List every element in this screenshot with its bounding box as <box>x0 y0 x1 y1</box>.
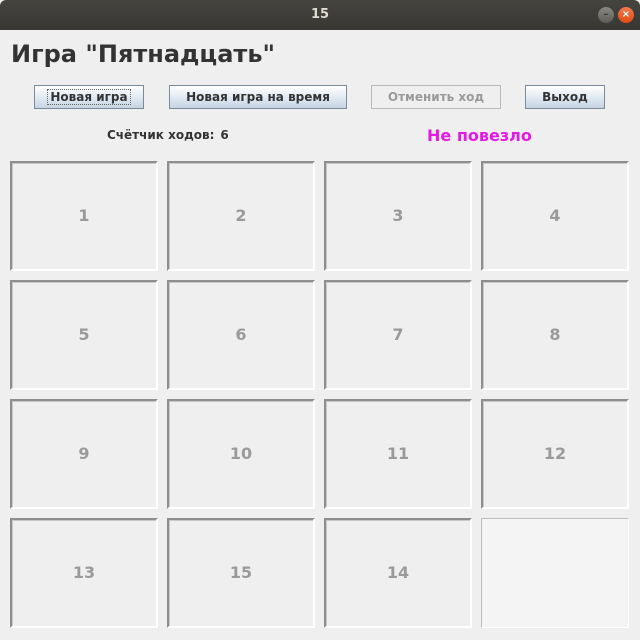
new-game-label: Новая игра <box>47 89 131 105</box>
window-title: 15 <box>310 7 330 22</box>
tile-button[interactable]: 2 <box>167 161 315 271</box>
undo-button[interactable]: Отменить ход <box>371 85 501 109</box>
tile-button[interactable]: 13 <box>10 518 158 628</box>
timed-game-button[interactable]: Новая игра на время <box>169 85 347 109</box>
app-window: 15 – × Игра "Пятнадцать" Новая игра Нова… <box>0 0 640 640</box>
tile-button[interactable]: 12 <box>481 399 629 509</box>
tile-button[interactable]: 6 <box>167 280 315 390</box>
move-counter: Счётчик ходов: 6 <box>107 128 229 142</box>
tile-button[interactable]: 7 <box>324 280 472 390</box>
tile-button[interactable]: 10 <box>167 399 315 509</box>
tile-button[interactable]: 11 <box>324 399 472 509</box>
empty-cell[interactable] <box>481 518 629 628</box>
status-message: Не повезло <box>427 126 532 145</box>
exit-button[interactable]: Выход <box>525 85 605 109</box>
tile-button[interactable]: 14 <box>324 518 472 628</box>
tile-button[interactable]: 15 <box>167 518 315 628</box>
move-counter-value: 6 <box>220 128 229 142</box>
tile-button[interactable]: 3 <box>324 161 472 271</box>
tile-button[interactable]: 5 <box>10 280 158 390</box>
game-board: 1 2 3 4 5 6 7 8 9 10 11 12 13 15 14 <box>10 161 629 629</box>
tile-button[interactable]: 1 <box>10 161 158 271</box>
tile-button[interactable]: 9 <box>10 399 158 509</box>
move-counter-label: Счётчик ходов: <box>107 128 215 142</box>
tile-button[interactable]: 8 <box>481 280 629 390</box>
tile-button[interactable]: 4 <box>481 161 629 271</box>
close-icon[interactable]: × <box>618 7 634 23</box>
game-title: Игра "Пятнадцать" <box>11 40 275 68</box>
new-game-button[interactable]: Новая игра <box>34 85 144 109</box>
minimize-icon[interactable]: – <box>598 7 614 23</box>
title-bar[interactable]: 15 – × <box>0 0 640 30</box>
